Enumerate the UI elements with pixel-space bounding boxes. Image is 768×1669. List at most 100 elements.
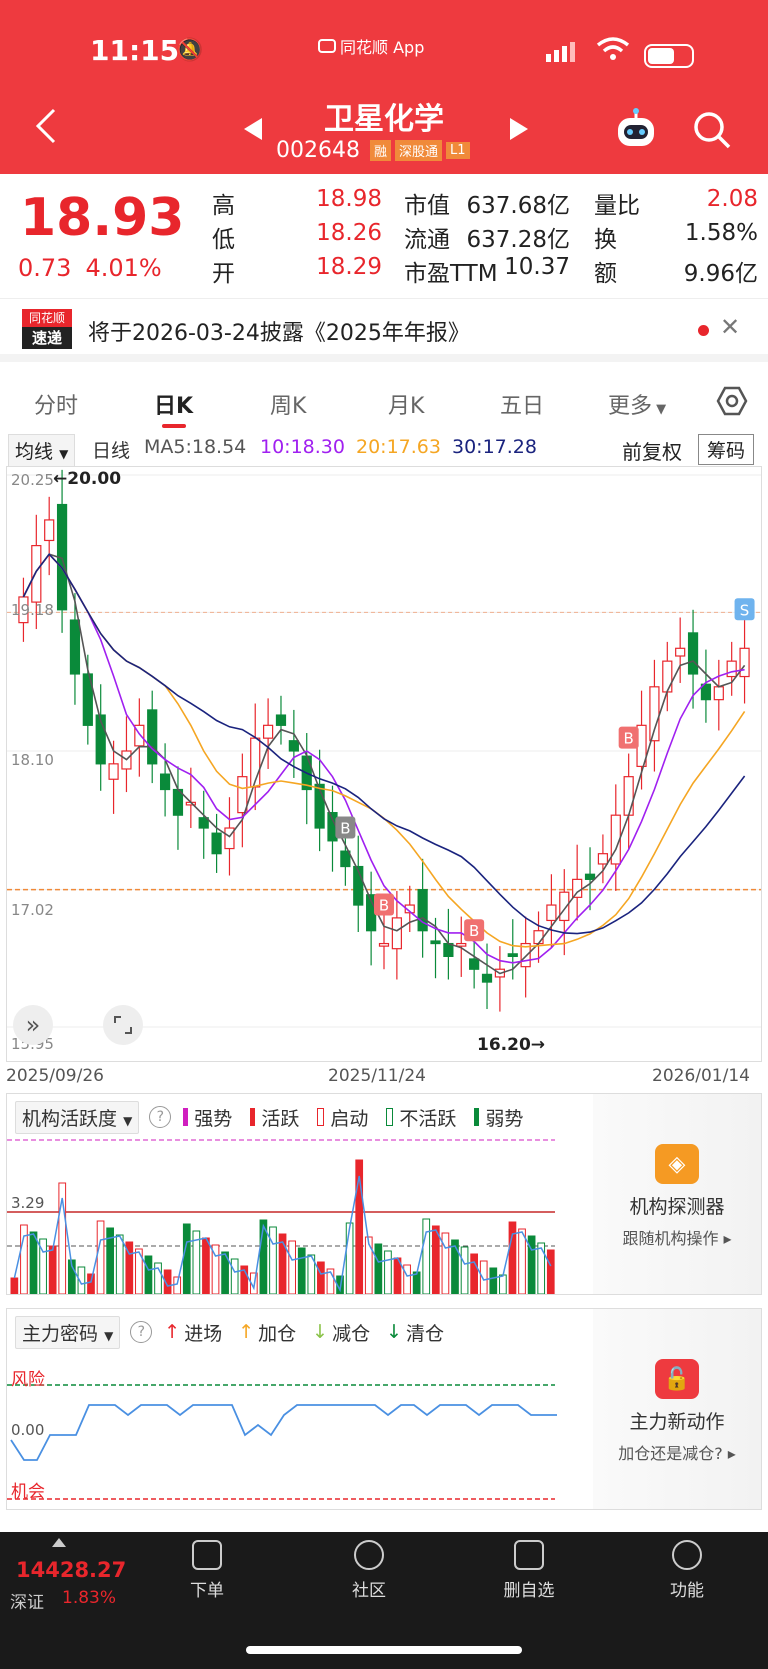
caret-down-icon: ▼ <box>123 1113 133 1128</box>
value-turnover: 1.58% <box>684 220 758 246</box>
badge-level: L1 <box>446 142 470 159</box>
quote-col-1: 高 18.98 低 18.26 开 18.29 <box>212 186 382 288</box>
notice-banner[interactable]: 同花顺 速递 将于2026-03-24披露《2025年年报》 ✕ <box>0 298 768 362</box>
institution-activity-panel: 机构活跃度 ▼ ? 强势 活跃 启动 不活跃 弱势 3.29 ◈ 机构探测器 跟… <box>6 1093 762 1295</box>
expand-left-icon[interactable]: » <box>13 1005 53 1045</box>
robot-assistant-icon[interactable] <box>614 108 658 152</box>
main-force-panel: 主力密码 ▼ ? ↑ 进场 ↑ 加仓 ↓ 减仓 ↓ 清仓 风险 0.00 机会 🔓 主力… <box>6 1308 762 1510</box>
ma-selector-label: 均线 <box>15 441 54 463</box>
activity-bar <box>230 1258 239 1294</box>
panel2-legend: 主力密码 ▼ ? ↑ 进场 ↑ 加仓 ↓ 减仓 ↓ 清仓 <box>15 1315 444 1349</box>
value-float: 637.28亿 <box>466 227 570 253</box>
activity-bar <box>297 1247 306 1294</box>
max-price-label: ←20.00 <box>53 469 122 489</box>
community-label: 社区 <box>352 1581 386 1601</box>
caret-down-icon: ▼ <box>104 1328 114 1343</box>
community-button[interactable]: 社区 <box>314 1532 424 1601</box>
institution-detector-card[interactable]: ◈ 机构探测器 跟随机构操作 ▸ <box>593 1094 761 1294</box>
legend-reduce: 减仓 <box>332 1322 371 1345</box>
help-icon[interactable]: ? <box>130 1321 153 1343</box>
index-expand-icon[interactable] <box>52 1538 66 1547</box>
trade-signal-label: S <box>740 601 750 619</box>
chip-button[interactable]: 筹码 <box>698 434 755 465</box>
activity-bar <box>460 1246 469 1294</box>
community-star-icon <box>354 1540 384 1570</box>
panel2-selector[interactable]: 主力密码 ▼ <box>15 1315 121 1349</box>
index-pct: 1.83% <box>62 1588 117 1608</box>
candle-body <box>69 619 81 675</box>
adjust-button[interactable]: 前复权 <box>622 436 682 465</box>
candle-body <box>159 773 171 791</box>
candle-body <box>391 917 402 950</box>
candle-body <box>108 763 119 780</box>
candle-body <box>44 519 55 542</box>
app-icon <box>318 39 336 53</box>
candle-body <box>224 827 235 850</box>
remove-watchlist-button[interactable]: 删自选 <box>474 1532 584 1601</box>
candle-body <box>147 709 158 765</box>
label-mktcap: 市值 <box>404 193 450 219</box>
badge-margin: 融 <box>369 140 391 161</box>
help-icon[interactable]: ? <box>149 1106 172 1128</box>
panel1-selector[interactable]: 机构活跃度 ▼ <box>15 1100 140 1134</box>
period-tabs: 分时 日K 周K 月K 五日 更多 ▼ <box>0 370 768 430</box>
notice-text: 将于2026-03-24披露《2025年年报》 <box>88 321 470 346</box>
activity-bar <box>431 1225 440 1294</box>
remove-watchlist-label: 删自选 <box>503 1581 555 1601</box>
tab-weekly-k[interactable]: 周K <box>270 388 306 420</box>
tab-intraday[interactable]: 分时 <box>34 388 78 420</box>
quote-col-3: 量比 2.08 换 1.58% 额 9.96亿 <box>594 186 758 288</box>
candle-body <box>687 632 699 675</box>
candle-body <box>288 740 299 752</box>
candle-body <box>443 942 454 957</box>
label-pe: 市盈TTM <box>404 261 498 287</box>
ma10-value: 10:18.30 <box>260 436 345 458</box>
tab-monthly-k[interactable]: 月K <box>388 388 424 420</box>
candle-body <box>340 850 351 868</box>
ma5-value: MA5:18.54 <box>144 436 247 458</box>
tab-five-day[interactable]: 五日 <box>500 388 544 420</box>
notice-logo: 同花顺 速递 <box>22 309 72 351</box>
tab-more[interactable]: 更多 ▼ <box>608 388 666 420</box>
value-mktcap: 637.68亿 <box>466 193 570 219</box>
search-icon[interactable] <box>692 110 732 154</box>
candle-body <box>211 832 222 855</box>
label-amount: 额 <box>594 261 617 287</box>
trade-signal-label: B <box>340 820 350 838</box>
activity-bar <box>144 1255 153 1294</box>
arrow-down-green-icon: ↓ <box>386 1321 403 1343</box>
kline-chart[interactable]: BBBBS 20.25 19.18 18.10 17.02 15.95 ←20.… <box>6 466 762 1062</box>
settings-hexagon-icon[interactable] <box>716 386 748 420</box>
tab-daily-k[interactable]: 日K <box>154 388 193 420</box>
next-stock-button[interactable] <box>508 118 528 144</box>
legend-active: 活跃 <box>261 1107 300 1130</box>
legend-strong-swatch <box>183 1108 189 1126</box>
candle-body <box>275 714 287 726</box>
unread-dot <box>698 325 709 336</box>
main-force-action-card[interactable]: 🔓 主力新动作 加仓还是减仓? ▸ <box>593 1309 761 1509</box>
detector-subtitle: 跟随机构操作 ▸ <box>622 1229 732 1248</box>
candle-body <box>739 647 750 678</box>
main-force-line <box>10 1404 557 1461</box>
status-time: 11:15 <box>90 34 180 67</box>
activity-bar <box>173 1276 182 1294</box>
order-button[interactable]: 下单 <box>152 1532 262 1601</box>
candle-body <box>572 878 583 898</box>
quote-col-2: 市值 637.68亿 流通 637.28亿 市盈TTM 10.37 <box>404 186 570 288</box>
label-low: 低 <box>212 227 235 253</box>
label-vol-ratio: 量比 <box>594 193 640 219</box>
close-icon[interactable]: ✕ <box>720 313 740 341</box>
activity-bar <box>48 1245 57 1294</box>
candle-body <box>469 958 480 970</box>
fullscreen-icon[interactable] <box>103 1005 143 1045</box>
candle-body <box>675 647 686 657</box>
date-mid: 2025/11/24 <box>328 1066 426 1086</box>
legend-weak-swatch <box>474 1108 480 1126</box>
activity-bar <box>202 1237 210 1294</box>
ma-selector[interactable]: 均线 ▼ <box>8 434 76 467</box>
change-value: 0.73 <box>18 254 72 282</box>
notice-logo-bottom: 速递 <box>22 327 72 349</box>
signal-icon <box>546 42 575 62</box>
value-amount: 9.96亿 <box>683 261 758 287</box>
functions-button[interactable]: 功能 <box>632 1532 742 1601</box>
